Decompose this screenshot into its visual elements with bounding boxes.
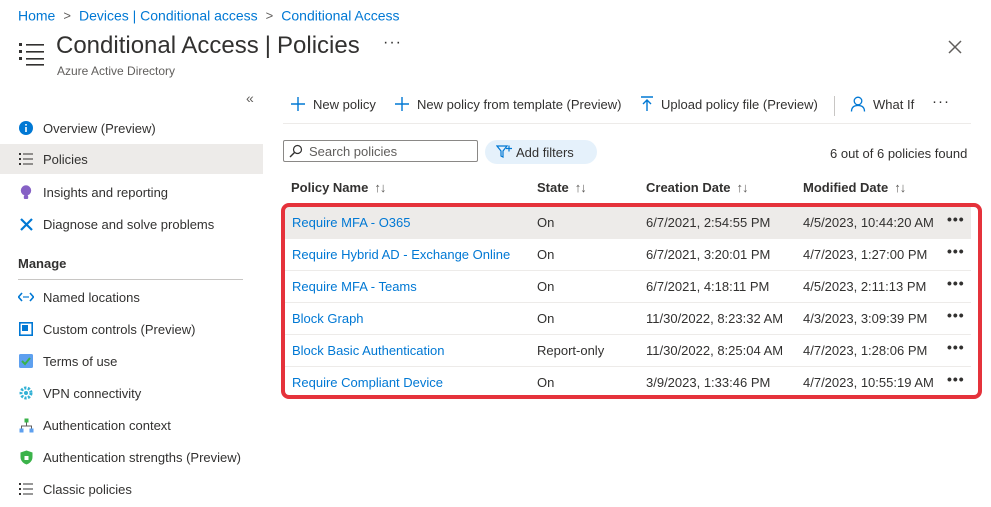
sidebar-item-label: Authentication strengths (Preview) [43,449,241,465]
new-policy-label: New policy [313,96,376,112]
list-icon [18,481,34,497]
manage-divider [18,279,243,280]
new-policy-from-template-button[interactable]: New policy from template (Preview) [394,96,621,112]
what-if-label: What If [873,96,915,112]
column-header-policy-name[interactable]: Policy Name ↑↓ [291,180,386,195]
sidebar-item-policies[interactable]: Policies [0,144,263,174]
list-icon [18,151,34,167]
policies-list-icon [18,40,46,68]
page-subtitle: Azure Active Directory [57,64,176,78]
terms-icon [18,353,34,369]
chevron-right-icon: > [63,7,71,23]
breadcrumb-home[interactable]: Home [18,7,55,23]
highlight-box [281,203,982,399]
info-icon [18,120,34,136]
close-button[interactable] [944,36,966,58]
column-header-state[interactable]: State ↑↓ [537,180,587,195]
policy-count: 6 out of 6 policies found [830,146,968,161]
page-title-sub: Policies [277,32,360,59]
upload-policy-label: Upload policy file (Preview) [661,96,818,112]
column-header-label: Creation Date [646,180,731,195]
chevron-right-icon: > [265,7,274,23]
wrench-icon [18,216,34,232]
add-filters-label: Add filters [516,144,574,160]
plus-icon [290,96,306,112]
column-header-creation-date[interactable]: Creation Date ↑↓ [646,180,749,195]
what-if-button[interactable]: What If [850,96,914,112]
toolbar-bottom-divider [283,123,971,124]
sidebar-item-auth-strengths[interactable]: Authentication strengths (Preview) [0,442,263,472]
sidebar-item-auth-context[interactable]: Authentication context [0,410,263,440]
upload-policy-button[interactable]: Upload policy file (Preview) [640,96,818,112]
sidebar-item-insights[interactable]: Insights and reporting [0,177,263,207]
sort-icon: ↑↓ [574,180,587,195]
search-input[interactable]: Search policies [283,140,478,162]
sidebar-item-terms-of-use[interactable]: Terms of use [0,346,263,376]
breadcrumb-devices[interactable]: Devices | Conditional access [79,7,258,23]
code-arrows-icon [18,289,34,305]
sidebar-item-custom-controls[interactable]: Custom controls (Preview) [0,314,263,344]
breadcrumb: Home > Devices | Conditional access > Condit… [18,6,400,23]
sort-icon: ↑↓ [374,180,386,195]
sidebar-item-label: Policies [43,151,88,167]
sidebar-item-classic-policies[interactable]: Classic policies [0,474,263,504]
hierarchy-icon [18,417,34,433]
breadcrumb-conditional-access[interactable]: Conditional Access [281,7,399,23]
sidebar-item-label: Custom controls (Preview) [43,321,196,337]
page-title-main: Conditional Access [56,32,259,59]
toolbar-divider [834,96,835,116]
column-header-label: Modified Date [803,180,889,195]
more-options-button[interactable]: ··· [383,34,402,52]
sort-icon: ↑↓ [736,180,749,195]
toolbar-more-button[interactable]: ··· [932,93,950,110]
sidebar-item-label: Classic policies [43,481,132,497]
sort-icon: ↑↓ [894,180,906,195]
sidebar-item-label: Overview (Preview) [43,120,156,136]
filter-add-icon [496,145,512,159]
page-title-separator: | [264,32,272,59]
sidebar-item-named-locations[interactable]: Named locations [0,282,263,312]
sidebar-item-label: Insights and reporting [43,184,169,200]
sidebar-item-label: Named locations [43,289,140,305]
new-policy-from-template-label: New policy from template (Preview) [417,96,622,112]
collapse-sidebar-button[interactable]: « [246,90,254,106]
person-icon [850,96,866,112]
column-header-modified-date[interactable]: Modified Date ↑↓ [803,180,906,195]
new-policy-button[interactable]: New policy [290,96,376,112]
close-icon [948,40,962,54]
page-title: Conditional Access | Policies [56,32,360,60]
shield-icon [18,449,34,465]
sidebar-item-label: Diagnose and solve problems [43,216,215,232]
sidebar-item-label: VPN connectivity [43,385,142,401]
sidebar-item-label: Terms of use [43,353,118,369]
sidebar-item-overview[interactable]: Overview (Preview) [0,113,263,143]
upload-icon [640,96,654,112]
sidebar-item-label: Authentication context [43,417,171,433]
lightbulb-icon [18,184,34,200]
manage-section-header: Manage [18,256,67,271]
plus-icon [394,96,410,112]
search-placeholder: Search policies [309,143,398,159]
custom-controls-icon [18,321,34,337]
gear-icon [18,385,34,401]
sidebar-item-vpn[interactable]: VPN connectivity [0,378,263,408]
column-header-label: Policy Name [291,180,369,195]
column-header-label: State [537,180,569,195]
add-filters-button[interactable]: Add filters [485,140,597,164]
search-icon [289,144,303,158]
sidebar-item-diagnose[interactable]: Diagnose and solve problems [0,209,263,239]
